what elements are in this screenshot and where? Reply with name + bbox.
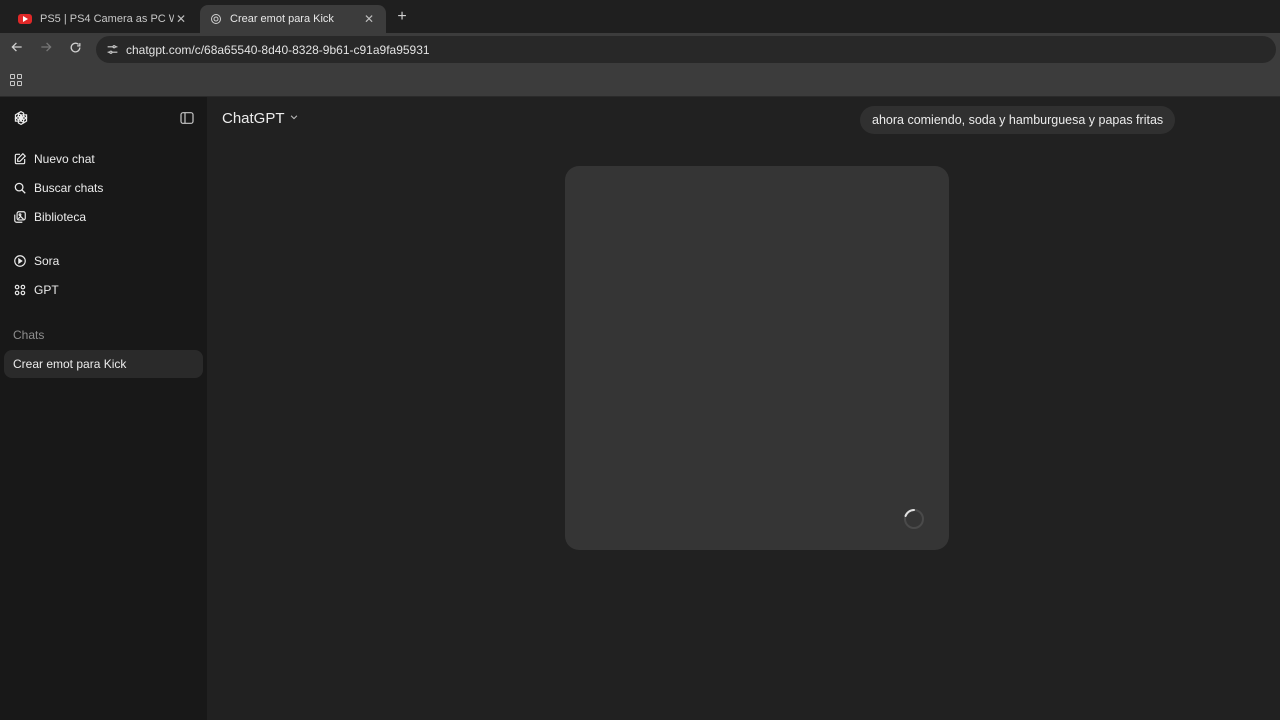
browser-tab-youtube[interactable]: PS5 | PS4 Camera as PC Webcam ✕: [8, 5, 198, 33]
sidebar-item-label: Nuevo chat: [34, 152, 95, 166]
chats-section-label: Chats: [13, 328, 45, 342]
apps-grid-icon[interactable]: [10, 74, 22, 86]
sidebar-item-label: GPT: [34, 283, 59, 297]
edit-icon: [13, 152, 27, 166]
loading-spinner-icon: [904, 508, 924, 529]
arrow-left-icon: [11, 42, 22, 52]
sidebar-item-label: Buscar chats: [34, 181, 104, 195]
chatgpt-icon: [211, 14, 221, 24]
sidebar-item-label: Biblioteca: [34, 210, 87, 224]
sidebar-item-label: Sora: [34, 254, 60, 268]
chat-history-item[interactable]: Crear emot para Kick: [4, 350, 203, 378]
site-settings-icon[interactable]: [104, 42, 120, 58]
address-bar[interactable]: chatgpt.com/c/68a65540-8d40-8328-9b61-c9…: [96, 36, 1276, 63]
browser-tab-chatgpt[interactable]: Crear emot para Kick ✕: [200, 5, 386, 33]
sidebar: Nuevo chat Buscar chats Biblioteca Sora …: [0, 97, 207, 720]
reload-icon: [70, 42, 80, 53]
image-generation-placeholder: [565, 166, 949, 550]
forward-button[interactable]: [36, 39, 56, 59]
back-button[interactable]: [7, 39, 27, 59]
tab-title: Crear emot para Kick: [230, 13, 334, 25]
close-tab-icon[interactable]: ✕: [362, 12, 376, 26]
tab-title: PS5 | PS4 Camera as PC Webcam: [40, 13, 174, 25]
browser-tab-strip: PS5 | PS4 Camera as PC Webcam ✕ Crear em…: [0, 0, 1280, 33]
model-selector-button[interactable]: ChatGPT: [222, 108, 299, 128]
reload-button[interactable]: [65, 39, 85, 59]
sidebar-item-new-chat[interactable]: Nuevo chat: [4, 145, 203, 173]
main-content: ChatGPT ahora comiendo, soda y hamburgue…: [207, 97, 1280, 720]
user-message-bubble: ahora comiendo, soda y hamburguesa y pap…: [860, 106, 1176, 134]
chat-history-label: Crear emot para Kick: [13, 357, 127, 371]
sidebar-item-sora[interactable]: Sora: [4, 247, 203, 275]
chevron-down-icon: [289, 112, 299, 125]
model-label: ChatGPT: [222, 109, 285, 127]
browser-toolbar: chatgpt.com/c/68a65540-8d40-8328-9b61-c9…: [0, 33, 1280, 65]
close-tab-icon[interactable]: ✕: [174, 12, 188, 26]
grid-icon: [13, 283, 27, 297]
bookmarks-bar: [0, 65, 1280, 97]
sidebar-item-library[interactable]: Biblioteca: [4, 203, 203, 231]
openai-logo-icon[interactable]: [12, 109, 30, 127]
user-message-text: ahora comiendo, soda y hamburguesa y pap…: [872, 113, 1164, 127]
play-circle-icon: [13, 254, 27, 268]
arrow-right-icon: [41, 42, 52, 52]
search-icon: [13, 181, 27, 195]
url-text: chatgpt.com/c/68a65540-8d40-8328-9b61-c9…: [126, 42, 430, 57]
sidebar-item-search-chats[interactable]: Buscar chats: [4, 174, 203, 202]
sidebar-item-gpt[interactable]: GPT: [4, 276, 203, 304]
youtube-icon: [18, 14, 32, 24]
library-icon: [13, 210, 27, 224]
sidebar-toggle-icon[interactable]: [179, 110, 195, 126]
new-tab-button[interactable]: +: [392, 7, 412, 27]
